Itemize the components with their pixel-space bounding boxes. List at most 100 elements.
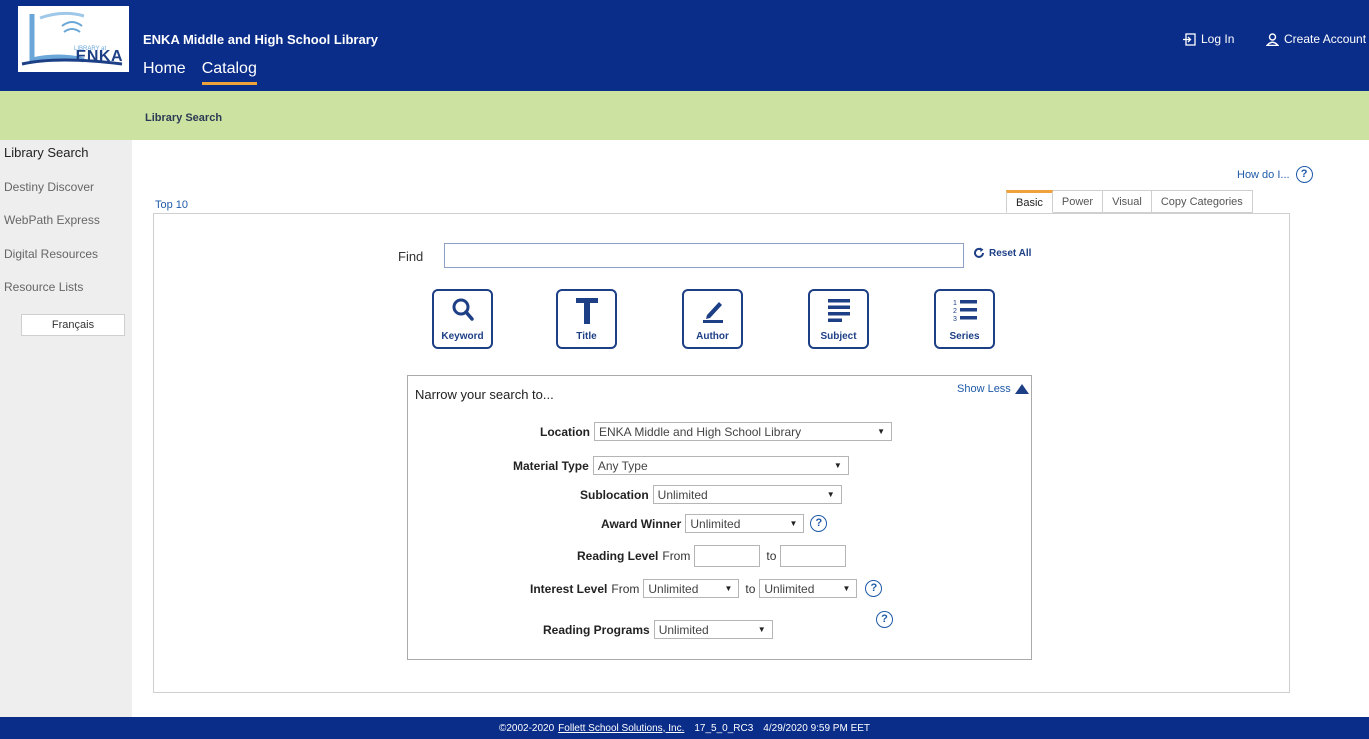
login-link[interactable]: Log In	[1183, 32, 1234, 46]
interest-level-to-select[interactable]: Unlimited ▼	[759, 579, 858, 598]
author-search-button[interactable]: Author	[682, 289, 743, 349]
reading-programs-help-icon[interactable]: ?	[876, 611, 893, 628]
login-icon	[1183, 32, 1196, 46]
chevron-down-icon: ▼	[826, 490, 835, 499]
keyword-search-button[interactable]: Keyword	[432, 289, 493, 349]
language-button[interactable]: Français	[21, 314, 125, 336]
how-do-i-label: How do I...	[1237, 168, 1290, 181]
nav-catalog[interactable]: Catalog	[201, 60, 257, 85]
main-nav: Home Catalog	[143, 60, 257, 85]
interest-level-row: Interest Level From Unlimited ▼ to Unlim…	[530, 579, 883, 598]
award-help-icon[interactable]: ?	[810, 515, 828, 532]
award-winner-select[interactable]: Unlimited ▼	[685, 514, 805, 533]
sidebar: Library Search Destiny Discover WebPath …	[0, 140, 132, 717]
svg-text:1: 1	[953, 300, 957, 307]
title-label: Title	[576, 331, 597, 342]
create-account-label: Create Account	[1284, 32, 1367, 46]
search-tabs: Basic Power Visual Copy Categories	[1006, 190, 1253, 213]
breadcrumb-bar: Library Search	[0, 91, 1369, 140]
how-do-i-link[interactable]: How do I... ?	[1237, 166, 1313, 183]
find-input[interactable]	[444, 243, 964, 268]
reading-programs-row: Reading Programs Unlimited ▼	[543, 620, 773, 639]
header-bar: LIBRARY at ENKA ENKA Middle and High Sch…	[0, 0, 1369, 91]
material-type-row: Material Type Any Type ▼	[513, 456, 849, 475]
reset-all-button[interactable]: Reset All	[973, 247, 1031, 259]
sublocation-select[interactable]: Unlimited ▼	[652, 485, 842, 504]
chevron-down-icon: ▼	[833, 461, 842, 470]
author-label: Author	[696, 331, 729, 342]
reading-programs-label: Reading Programs	[543, 622, 650, 637]
svg-text:2: 2	[953, 308, 957, 315]
breadcrumb: Library Search	[145, 112, 223, 124]
help-icon: ?	[1295, 166, 1313, 183]
tab-copy-categories[interactable]: Copy Categories	[1151, 190, 1253, 213]
login-label: Log In	[1201, 32, 1235, 46]
award-winner-label: Award Winner	[601, 516, 682, 531]
reading-programs-select[interactable]: Unlimited ▼	[653, 620, 773, 639]
reading-level-label: Reading Level	[577, 549, 659, 563]
sidebar-item-destiny-discover[interactable]: Destiny Discover	[4, 180, 94, 194]
subject-label: Subject	[820, 331, 857, 342]
location-value: ENKA Middle and High School Library	[599, 424, 802, 439]
find-label: Find	[398, 249, 424, 264]
reading-programs-value: Unlimited	[658, 622, 709, 637]
sidebar-item-resource-lists[interactable]: Resource Lists	[4, 280, 83, 294]
nav-home[interactable]: Home	[143, 60, 186, 85]
sidebar-item-webpath-express[interactable]: WebPath Express	[4, 213, 100, 227]
footer-timestamp: 4/29/2020 9:59 PM EET	[763, 722, 871, 734]
location-select[interactable]: ENKA Middle and High School Library ▼	[594, 422, 892, 441]
reading-level-to-label: to	[766, 549, 777, 563]
library-logo[interactable]: LIBRARY at ENKA	[18, 6, 129, 72]
triangle-up-icon	[1014, 384, 1029, 394]
footer: ©2002-2020 Follett School Solutions, Inc…	[0, 717, 1369, 739]
chevron-down-icon: ▼	[757, 625, 766, 634]
pen-icon	[702, 302, 723, 323]
subject-search-button[interactable]: Subject	[808, 289, 869, 349]
site-title: ENKA Middle and High School Library	[143, 32, 378, 47]
chevron-down-icon: ▼	[724, 584, 733, 593]
reading-level-from-label: From	[662, 549, 691, 563]
sublocation-row: Sublocation Unlimited ▼	[580, 485, 842, 504]
reset-all-label: Reset All	[989, 247, 1032, 259]
award-winner-value: Unlimited	[690, 516, 741, 531]
series-search-button[interactable]: 1 2 3 Series	[934, 289, 995, 349]
footer-company-link[interactable]: Follett School Solutions, Inc.	[558, 723, 684, 734]
footer-version: 17_5_0_RC3	[694, 722, 754, 734]
title-search-button[interactable]: Title	[556, 289, 617, 349]
award-winner-row: Award Winner Unlimited ▼ ?	[601, 514, 828, 533]
location-row: Location ENKA Middle and High School Lib…	[540, 422, 892, 441]
reading-level-from-input[interactable]	[694, 545, 761, 567]
interest-help-icon[interactable]: ?	[865, 580, 883, 597]
tab-power[interactable]: Power	[1052, 190, 1104, 213]
logo-text: ENKA	[75, 48, 123, 65]
create-account-link[interactable]: Create Account	[1266, 32, 1366, 46]
refresh-icon	[974, 247, 984, 258]
sublocation-label: Sublocation	[580, 487, 649, 502]
interest-level-from-select[interactable]: Unlimited ▼	[643, 579, 740, 598]
interest-level-to-value: Unlimited	[764, 581, 815, 596]
interest-level-from-value: Unlimited	[648, 581, 699, 596]
material-type-select[interactable]: Any Type ▼	[592, 456, 849, 475]
show-less-link[interactable]: Show Less	[957, 383, 1029, 395]
chevron-down-icon: ▼	[842, 584, 851, 593]
material-type-value: Any Type	[597, 458, 648, 473]
chevron-down-icon: ▼	[877, 427, 885, 436]
tab-basic[interactable]: Basic	[1006, 190, 1053, 213]
reading-level-to-input[interactable]	[780, 545, 847, 567]
interest-level-to-label: to	[745, 581, 756, 596]
footer-copyright: ©2002-2020	[498, 722, 555, 734]
search-icon	[452, 298, 474, 321]
top10-link[interactable]: Top 10	[155, 199, 188, 211]
series-label: Series	[949, 331, 980, 342]
sidebar-item-digital-resources[interactable]: Digital Resources	[4, 247, 98, 261]
numbered-list-icon: 1 2 3	[953, 300, 977, 323]
svg-text:3: 3	[953, 316, 957, 323]
keyword-label: Keyword	[441, 331, 484, 342]
interest-level-from-label: From	[611, 581, 640, 596]
chevron-down-icon: ▼	[789, 519, 798, 528]
tab-visual[interactable]: Visual	[1103, 190, 1152, 213]
title-t-icon	[575, 298, 598, 324]
user-icon	[1266, 32, 1279, 46]
sidebar-item-library-search[interactable]: Library Search	[4, 145, 89, 160]
show-less-label: Show Less	[957, 383, 1011, 395]
